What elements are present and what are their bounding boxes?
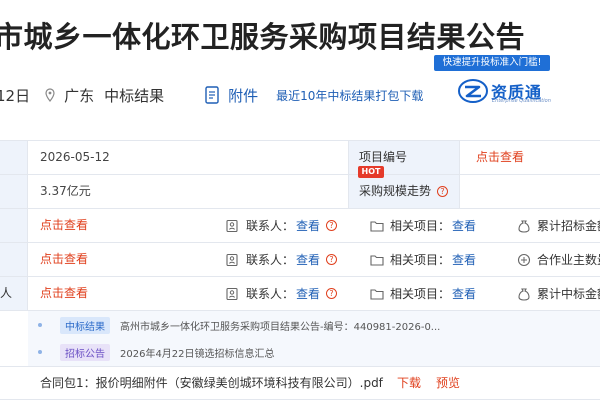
brand-subtitle: Enterprise Qualification (492, 98, 551, 104)
stat-group: 累计招标金额 (517, 209, 600, 242)
contract-attachment-row: 合同包1：报价明细附件（安徽绿美创城环境科技有限公司）.pdf 下载 预览 (0, 366, 600, 400)
row-label: 人 (0, 277, 28, 310)
contact-label: 联系人： (246, 219, 295, 233)
click-view-link[interactable]: 点击查看 (40, 209, 88, 242)
click-view-link[interactable]: 点击查看 (40, 277, 88, 310)
pack-download-link[interactable]: 最近10年中标结果打包下载 (276, 87, 423, 104)
related-view-link[interactable]: 查看 (452, 217, 476, 234)
help-icon[interactable]: ? (437, 186, 449, 197)
meta-row: 12日 广东 中标结果 附件 最近10年中标结果打包下载 (0, 82, 423, 108)
bullet-dot (38, 350, 42, 354)
money-bag-icon (518, 219, 530, 233)
scale-trend-label: 采购规模走势 (359, 184, 432, 198)
stat-label: 累计中标金额 (537, 287, 600, 301)
related-group: 相关项目： 查看 (370, 209, 476, 242)
table-row: 点击查看 联系人： 查看 ? 相关项目： 查看 累计招标金额 (0, 209, 600, 243)
help-icon[interactable]: ? (326, 288, 338, 299)
contact-label: 联系人： (246, 287, 295, 301)
contact-group: 联系人： 查看 ? (226, 277, 338, 310)
related-label: 相关项目： (390, 253, 451, 267)
notice-tag: 招标公告 (60, 343, 110, 361)
related-label: 相关项目： (390, 287, 451, 301)
project-number-link[interactable]: 点击查看 (476, 141, 524, 174)
date-value: 2026-05-12 (40, 150, 110, 164)
zizhitong-logo[interactable]: 资质通 Enterprise Qualification (458, 76, 558, 108)
budget-value: 3.37亿元 (40, 184, 91, 198)
preview-link[interactable]: 预览 (436, 367, 460, 400)
attachment-link[interactable]: 附件 (228, 85, 258, 106)
contact-card-icon (226, 253, 238, 266)
related-view-link[interactable]: 查看 (452, 285, 476, 302)
related-label: 相关项目： (390, 219, 451, 233)
click-view-link[interactable]: 点击查看 (40, 243, 88, 276)
row-label (0, 141, 28, 174)
related-notices: 中标结果 高州市城乡一体化环卫服务采购项目结果公告-编号：440981-2026… (28, 310, 600, 366)
stat-group: 合作业主数量 (517, 243, 600, 276)
list-item[interactable]: 招标公告 2026年4月22日镜选招标信息汇总 (28, 342, 275, 362)
folder-icon (370, 220, 384, 232)
contract-file-name: 合同包1：报价明细附件（安徽绿美创城环境科技有限公司）.pdf (40, 376, 383, 390)
contact-view-link[interactable]: 查看 (296, 217, 320, 234)
table-row: 3.37亿元 采购规模走势? (0, 175, 600, 209)
table-row: 点击查看 联系人： 查看 ? 相关项目： 查看 合作业主数量 (0, 243, 600, 277)
download-link[interactable]: 下载 (397, 367, 421, 400)
contact-group: 联系人： 查看 ? (226, 243, 338, 276)
stat-label: 累计招标金额 (537, 219, 600, 233)
folder-icon (370, 288, 384, 300)
handshake-icon (517, 253, 531, 266)
status-label: 中标结果 (104, 86, 165, 105)
contact-view-link[interactable]: 查看 (296, 285, 320, 302)
attachment-icon[interactable] (204, 86, 220, 104)
stat-label: 合作业主数量 (537, 253, 600, 267)
location-pin-icon (44, 88, 56, 102)
contact-card-icon (226, 219, 238, 232)
notice-title[interactable]: 2026年4月22日镜选招标信息汇总 (120, 345, 275, 360)
info-table: 2026-05-12 项目编号 点击查看 3.37亿元 采购规模走势? 点击查看… (0, 140, 600, 311)
notice-title[interactable]: 高州市城乡一体化环卫服务采购项目结果公告-编号：440981-2026-0... (120, 318, 440, 333)
list-item[interactable]: 中标结果 高州市城乡一体化环卫服务采购项目结果公告-编号：440981-2026… (28, 315, 440, 335)
zizhitong-logo-icon (458, 78, 488, 104)
promo-banner[interactable]: 快速提升投标准入门槛! (434, 55, 550, 71)
contact-group: 联系人： 查看 ? (226, 209, 338, 242)
help-icon[interactable]: ? (326, 220, 338, 231)
contact-label: 联系人： (246, 253, 295, 267)
row-label (0, 175, 28, 208)
related-group: 相关项目： 查看 (370, 277, 476, 310)
row-label (0, 243, 28, 276)
row-label (0, 209, 28, 242)
region-label: 广东 (64, 86, 95, 105)
page-title: 市城乡一体化环卫服务采购项目结果公告 (0, 20, 526, 54)
hot-badge: HOT (358, 166, 384, 178)
bullet-dot (38, 323, 42, 327)
related-view-link[interactable]: 查看 (452, 251, 476, 268)
table-row: 2026-05-12 项目编号 点击查看 (0, 141, 600, 175)
publish-date: 12日 (0, 86, 31, 105)
table-row: 人 点击查看 联系人： 查看 ? 相关项目： 查看 累计中标金额 (0, 277, 600, 311)
related-group: 相关项目： 查看 (370, 243, 476, 276)
stat-group: 累计中标金额 (517, 277, 600, 310)
notice-tag: 中标结果 (60, 316, 110, 334)
money-bag-icon (518, 287, 530, 301)
folder-icon (370, 254, 384, 266)
help-icon[interactable]: ? (326, 254, 338, 265)
scale-trend-cell[interactable]: 采购规模走势? (348, 175, 460, 208)
contact-view-link[interactable]: 查看 (296, 251, 320, 268)
contact-card-icon (226, 287, 238, 300)
